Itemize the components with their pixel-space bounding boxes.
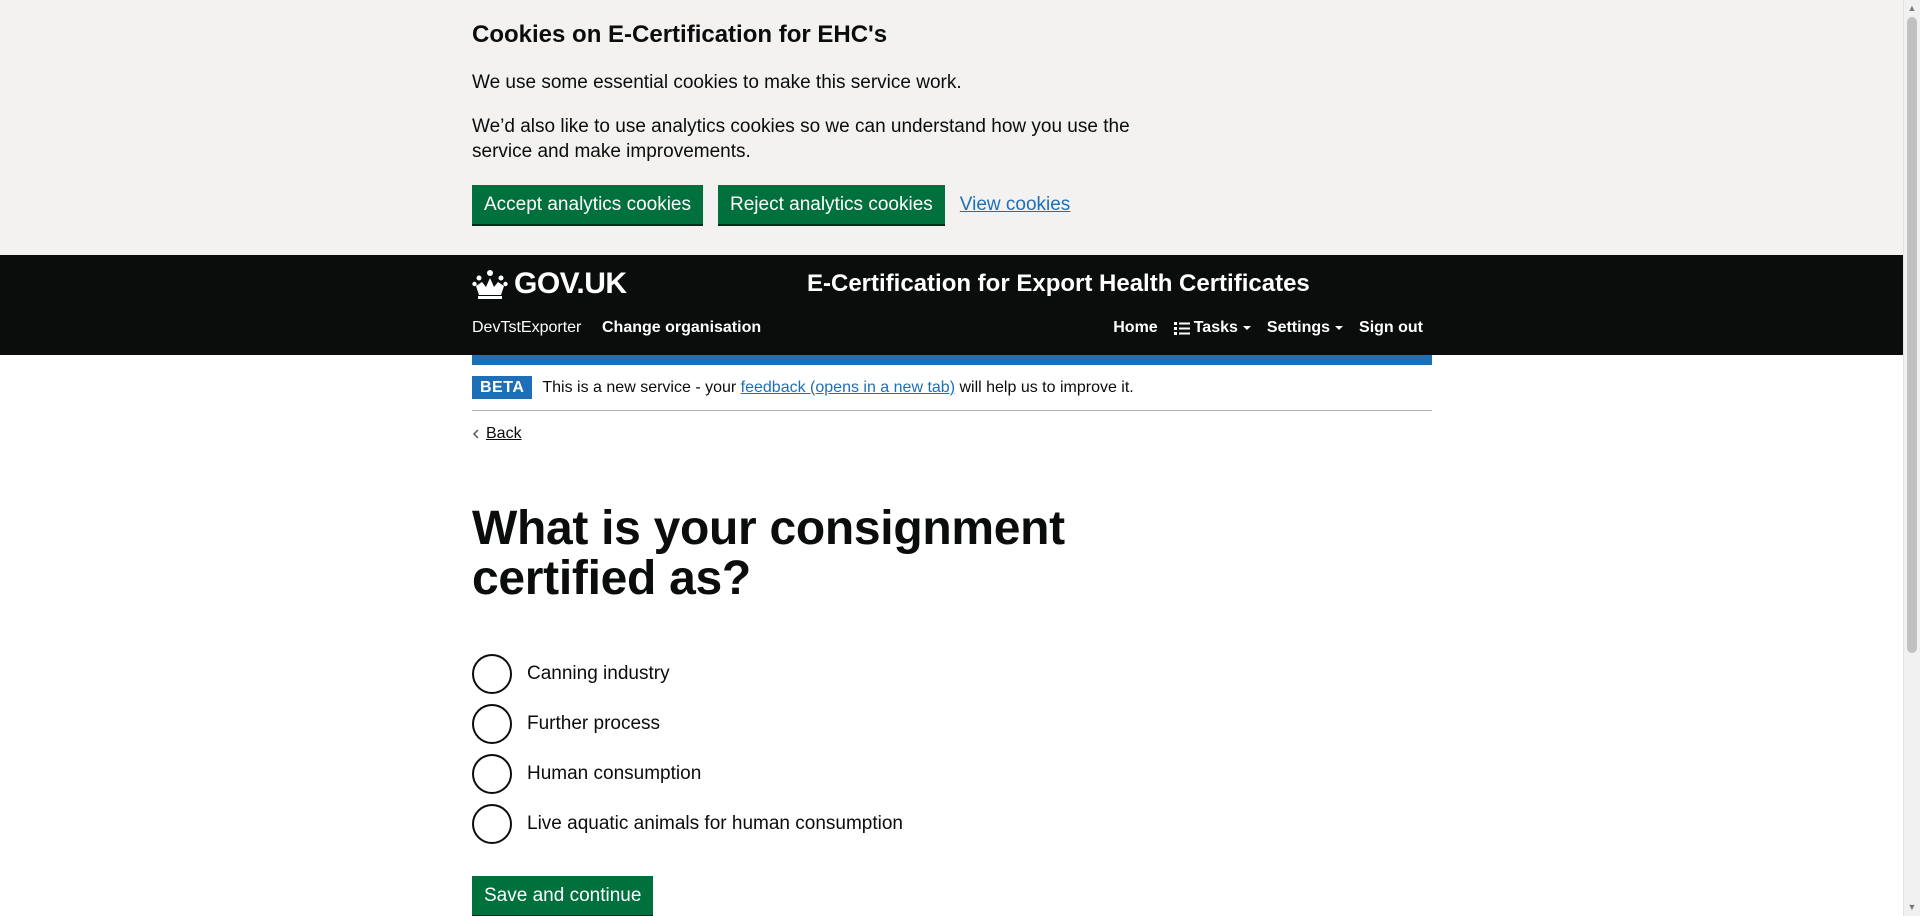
- beta-tag: BETA: [472, 376, 533, 399]
- back-link[interactable]: Back: [486, 425, 522, 443]
- list-icon: [1173, 321, 1190, 335]
- radio-label[interactable]: Canning industry: [527, 663, 670, 685]
- govuk-logo-link[interactable]: GOV.UK: [472, 264, 627, 304]
- nav-settings-label: Settings: [1266, 319, 1331, 336]
- organisation-name: DevTstExporter: [472, 319, 582, 336]
- phase-banner: BETA This is a new service - your feedba…: [472, 365, 1432, 411]
- cookie-banner-text-analytics: We’d also like to use analytics cookies …: [472, 116, 1130, 162]
- crown-icon: [472, 270, 508, 299]
- page: Cookies on E-Certification for EHC's We …: [0, 0, 1903, 916]
- change-organisation-link[interactable]: Change organisation: [602, 319, 761, 337]
- view-cookies-link[interactable]: View cookies: [960, 194, 1071, 216]
- cookie-banner: Cookies on E-Certification for EHC's We …: [0, 0, 1903, 255]
- chevron-left-icon: [472, 429, 479, 439]
- service-name-link[interactable]: E-Certification for Export Health Certif…: [807, 266, 1310, 302]
- cookie-banner-title: Cookies on E-Certification for EHC's: [472, 21, 888, 48]
- page-scrollbar[interactable]: ▲ ▼: [1903, 0, 1920, 916]
- nav-tasks-label: Tasks: [1193, 319, 1238, 336]
- radio-label[interactable]: Further process: [527, 713, 660, 735]
- radio-option-canning-industry[interactable]: Canning industry: [472, 654, 1432, 694]
- phase-text-after: will help us to improve it.: [955, 378, 1134, 396]
- save-and-continue-button[interactable]: Save and continue: [472, 876, 654, 915]
- accept-analytics-cookies-button[interactable]: Accept analytics cookies: [472, 185, 703, 224]
- radio-label[interactable]: Human consumption: [527, 763, 701, 785]
- radio-label[interactable]: Live aquatic animals for human consumpti…: [527, 813, 903, 835]
- nav-sign-out-label: Sign out: [1359, 319, 1423, 336]
- radio-input[interactable]: [472, 754, 512, 794]
- cookie-banner-text-essential: We use some essential cookies to make th…: [472, 72, 962, 93]
- cookie-banner-actions: Accept analytics cookies Reject analytic…: [472, 185, 1070, 224]
- certified-as-radios: Canning industry Further process Human c…: [472, 654, 1432, 854]
- scroll-down-arrow-icon[interactable]: ▼: [1904, 899, 1920, 916]
- nav-settings-dropdown[interactable]: Settings: [1266, 319, 1344, 337]
- header-navigation: Home Tasks Settings Sign out: [1097, 319, 1423, 337]
- caret-down-icon: [1242, 326, 1251, 330]
- caret-down-icon: [1335, 326, 1344, 330]
- scroll-up-arrow-icon[interactable]: ▲: [1904, 0, 1920, 17]
- radio-option-further-process[interactable]: Further process: [472, 704, 1432, 744]
- back-link-container: Back: [472, 425, 1432, 443]
- page-title: What is your consignment certified as?: [472, 502, 1065, 605]
- nav-tasks-dropdown[interactable]: Tasks: [1173, 319, 1251, 337]
- phase-text-before: This is a new service - your: [542, 378, 741, 396]
- form-actions: Save and continue: [472, 876, 1432, 915]
- govuk-logo-text: GOV.UK: [514, 267, 627, 300]
- radio-option-human-consumption[interactable]: Human consumption: [472, 754, 1432, 794]
- radio-input[interactable]: [472, 804, 512, 844]
- reject-analytics-cookies-button[interactable]: Reject analytics cookies: [718, 185, 945, 224]
- scrollbar-thumb[interactable]: [1907, 17, 1917, 653]
- radio-option-live-aquatic-animals[interactable]: Live aquatic animals for human consumpti…: [472, 804, 1432, 844]
- site-header: GOV.UK E-Certification for Export Health…: [0, 255, 1903, 355]
- nav-home-link[interactable]: Home: [1113, 319, 1157, 337]
- feedback-link[interactable]: feedback (opens in a new tab): [741, 379, 955, 396]
- nav-home-label: Home: [1113, 319, 1158, 336]
- nav-sign-out-link[interactable]: Sign out: [1359, 319, 1423, 337]
- phase-banner-text: This is a new service - your feedback (o…: [542, 379, 1133, 397]
- radio-input[interactable]: [472, 654, 512, 694]
- radio-input[interactable]: [472, 704, 512, 744]
- header-blue-bar: [472, 355, 1432, 365]
